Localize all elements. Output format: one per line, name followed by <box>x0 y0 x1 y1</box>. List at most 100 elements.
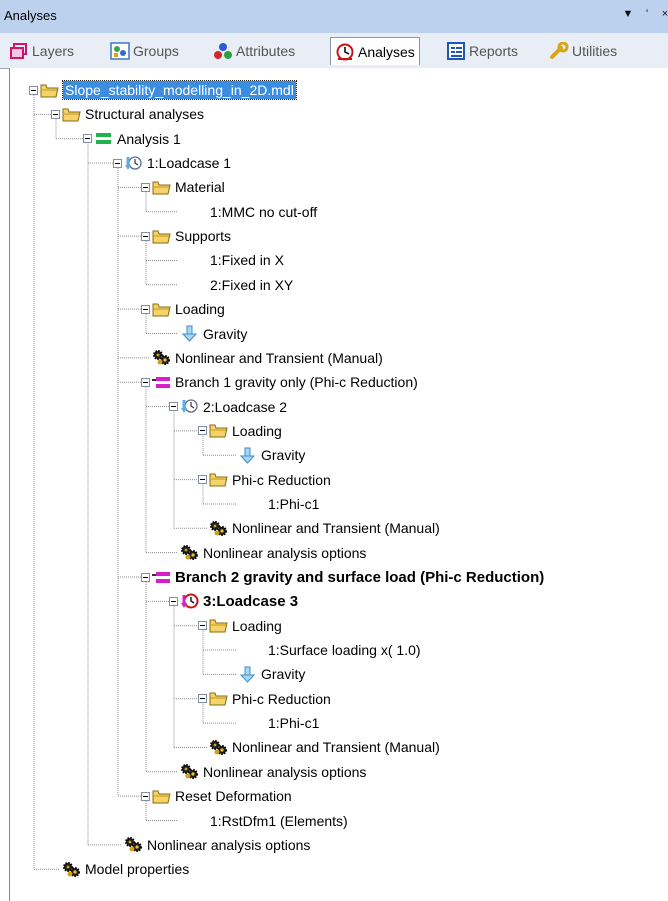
tree-node[interactable]: 1:Fixed in X <box>210 250 284 270</box>
gears-icon <box>209 520 228 537</box>
tree-node-label[interactable]: 1:RstDfm1 (Elements) <box>210 813 348 829</box>
gears-icon <box>180 544 199 561</box>
tree-node[interactable]: Reset Deformation <box>141 786 292 806</box>
tree-node-label[interactable]: 1:Surface loading x( 1.0) <box>268 642 421 658</box>
tree-node[interactable]: Slope_stability_modelling_in_2D.mdl <box>29 80 297 100</box>
tree-node-label[interactable]: Material <box>175 179 225 195</box>
tree-node-label[interactable]: 2:Loadcase 2 <box>203 399 287 415</box>
gravity-icon <box>238 666 257 683</box>
tree-node[interactable]: Nonlinear analysis options <box>180 762 366 782</box>
collapse-toggle-icon[interactable] <box>83 134 92 144</box>
gears-icon <box>209 739 228 756</box>
tree-node[interactable]: Loading <box>198 616 282 636</box>
collapse-toggle-icon[interactable] <box>169 402 178 412</box>
collapse-toggle-icon[interactable] <box>141 791 150 801</box>
tree-node-label[interactable]: Loading <box>175 301 225 317</box>
tree-node[interactable]: 1:Phi-c1 <box>268 713 319 733</box>
collapse-toggle-icon[interactable] <box>29 85 38 95</box>
gears-icon <box>62 861 81 878</box>
tree-node-label[interactable]: Structural analyses <box>85 106 204 122</box>
folder-icon <box>152 228 171 245</box>
tree-node-label[interactable]: 3:Loadcase 3 <box>203 593 298 610</box>
tree-node[interactable]: 1:RstDfm1 (Elements) <box>210 811 348 831</box>
tree-node[interactable]: 1:Phi-c1 <box>268 494 319 514</box>
tree-node-label[interactable]: 1:MMC no cut-off <box>210 204 317 220</box>
tree-node-label[interactable]: Nonlinear analysis options <box>147 837 310 853</box>
tree-node[interactable]: Nonlinear analysis options <box>124 835 310 855</box>
tree-node[interactable]: Analysis 1 <box>83 129 181 149</box>
tree-node[interactable]: Nonlinear and Transient (Manual) <box>209 518 440 538</box>
tree-node-label[interactable]: 1:Loadcase 1 <box>147 155 231 171</box>
folder-icon <box>40 82 59 99</box>
tree-node[interactable]: Supports <box>141 226 231 246</box>
tree-node[interactable]: Model properties <box>62 859 189 879</box>
tree-node-label[interactable]: Branch 1 gravity only (Phi-c Reduction) <box>175 374 418 390</box>
tree-node-label[interactable]: Gravity <box>261 447 305 463</box>
collapse-toggle-icon[interactable] <box>198 621 207 631</box>
tree-node[interactable]: 2:Fixed in XY <box>210 275 293 295</box>
tree-node[interactable]: Structural analyses <box>51 104 204 124</box>
tree-node[interactable]: Phi-c Reduction <box>198 689 331 709</box>
tree-node[interactable]: Nonlinear and Transient (Manual) <box>209 737 440 757</box>
collapse-toggle-icon[interactable] <box>198 694 207 704</box>
tree-node[interactable]: Gravity <box>180 324 247 344</box>
tree-node-label[interactable]: Nonlinear analysis options <box>203 545 366 561</box>
collapse-toggle-icon[interactable] <box>141 231 150 241</box>
tree-node[interactable]: 3:Loadcase 3 <box>169 591 298 611</box>
tree-node[interactable]: Loading <box>141 299 225 319</box>
tree-node[interactable]: Nonlinear analysis options <box>180 543 366 563</box>
tree-node[interactable]: 2:Loadcase 2 <box>169 397 287 417</box>
collapse-toggle-icon[interactable] <box>113 158 122 168</box>
tree-node-label[interactable]: Nonlinear and Transient (Manual) <box>232 739 440 755</box>
collapse-toggle-icon[interactable] <box>198 475 207 485</box>
loadcase-icon <box>124 155 143 172</box>
tree-node-label[interactable]: 1:Phi-c1 <box>268 496 319 512</box>
tree-node[interactable]: Branch 1 gravity only (Phi-c Reduction) <box>141 372 418 392</box>
collapse-toggle-icon[interactable] <box>141 182 150 192</box>
tree-node-label[interactable]: Nonlinear analysis options <box>203 764 366 780</box>
tree-node-label[interactable]: Analysis 1 <box>117 131 181 147</box>
analysis-tree: Slope_stability_modelling_in_2D.mdl Struc… <box>0 0 668 901</box>
tree-node-label[interactable]: Model properties <box>85 861 189 877</box>
tree-node-label[interactable]: Phi-c Reduction <box>232 472 331 488</box>
tree-node-label[interactable]: 1:Phi-c1 <box>268 715 319 731</box>
tree-node[interactable]: 1:Loadcase 1 <box>113 153 231 173</box>
tree-node-label[interactable]: Gravity <box>203 326 247 342</box>
tree-node-label[interactable]: Gravity <box>261 666 305 682</box>
tree-node[interactable]: Gravity <box>238 664 305 684</box>
tree-node-label[interactable]: Phi-c Reduction <box>232 691 331 707</box>
gravity-icon <box>180 325 199 342</box>
tree-node-label[interactable]: Supports <box>175 228 231 244</box>
tree-node-label[interactable]: Reset Deformation <box>175 788 292 804</box>
loadcase-active-icon <box>180 593 199 610</box>
branch-icon <box>152 374 171 391</box>
tree-node-label[interactable]: 1:Fixed in X <box>210 252 284 268</box>
tree-node[interactable]: Loading <box>198 421 282 441</box>
collapse-toggle-icon[interactable] <box>198 426 207 436</box>
tree-node[interactable]: Branch 2 gravity and surface load (Phi-c… <box>141 567 544 587</box>
tree-node-label[interactable]: 2:Fixed in XY <box>210 277 293 293</box>
tree-node-label[interactable]: Nonlinear and Transient (Manual) <box>232 520 440 536</box>
gears-icon <box>124 836 143 853</box>
tree-node[interactable]: Phi-c Reduction <box>198 470 331 490</box>
tree-node[interactable]: Nonlinear and Transient (Manual) <box>152 348 383 368</box>
folder-icon <box>209 471 228 488</box>
tree-node[interactable]: 1:Surface loading x( 1.0) <box>268 640 421 660</box>
collapse-toggle-icon[interactable] <box>141 377 150 387</box>
tree-node-label[interactable]: Loading <box>232 423 282 439</box>
tree-node[interactable]: 1:MMC no cut-off <box>210 202 317 222</box>
tree-node-label[interactable]: Loading <box>232 618 282 634</box>
tree-node-label[interactable]: Branch 2 gravity and surface load (Phi-c… <box>175 569 544 586</box>
tree-node[interactable]: Gravity <box>238 445 305 465</box>
tree-node[interactable]: Material <box>141 177 225 197</box>
gravity-icon <box>238 447 257 464</box>
collapse-toggle-icon[interactable] <box>141 304 150 314</box>
collapse-toggle-icon[interactable] <box>51 109 60 119</box>
folder-icon <box>152 301 171 318</box>
tree-node-label[interactable]: Nonlinear and Transient (Manual) <box>175 350 383 366</box>
collapse-toggle-icon[interactable] <box>141 572 150 582</box>
collapse-toggle-icon[interactable] <box>169 596 178 606</box>
tree-node-label[interactable]: Slope_stability_modelling_in_2D.mdl <box>62 80 297 100</box>
folder-icon <box>209 422 228 439</box>
gears-icon <box>180 763 199 780</box>
